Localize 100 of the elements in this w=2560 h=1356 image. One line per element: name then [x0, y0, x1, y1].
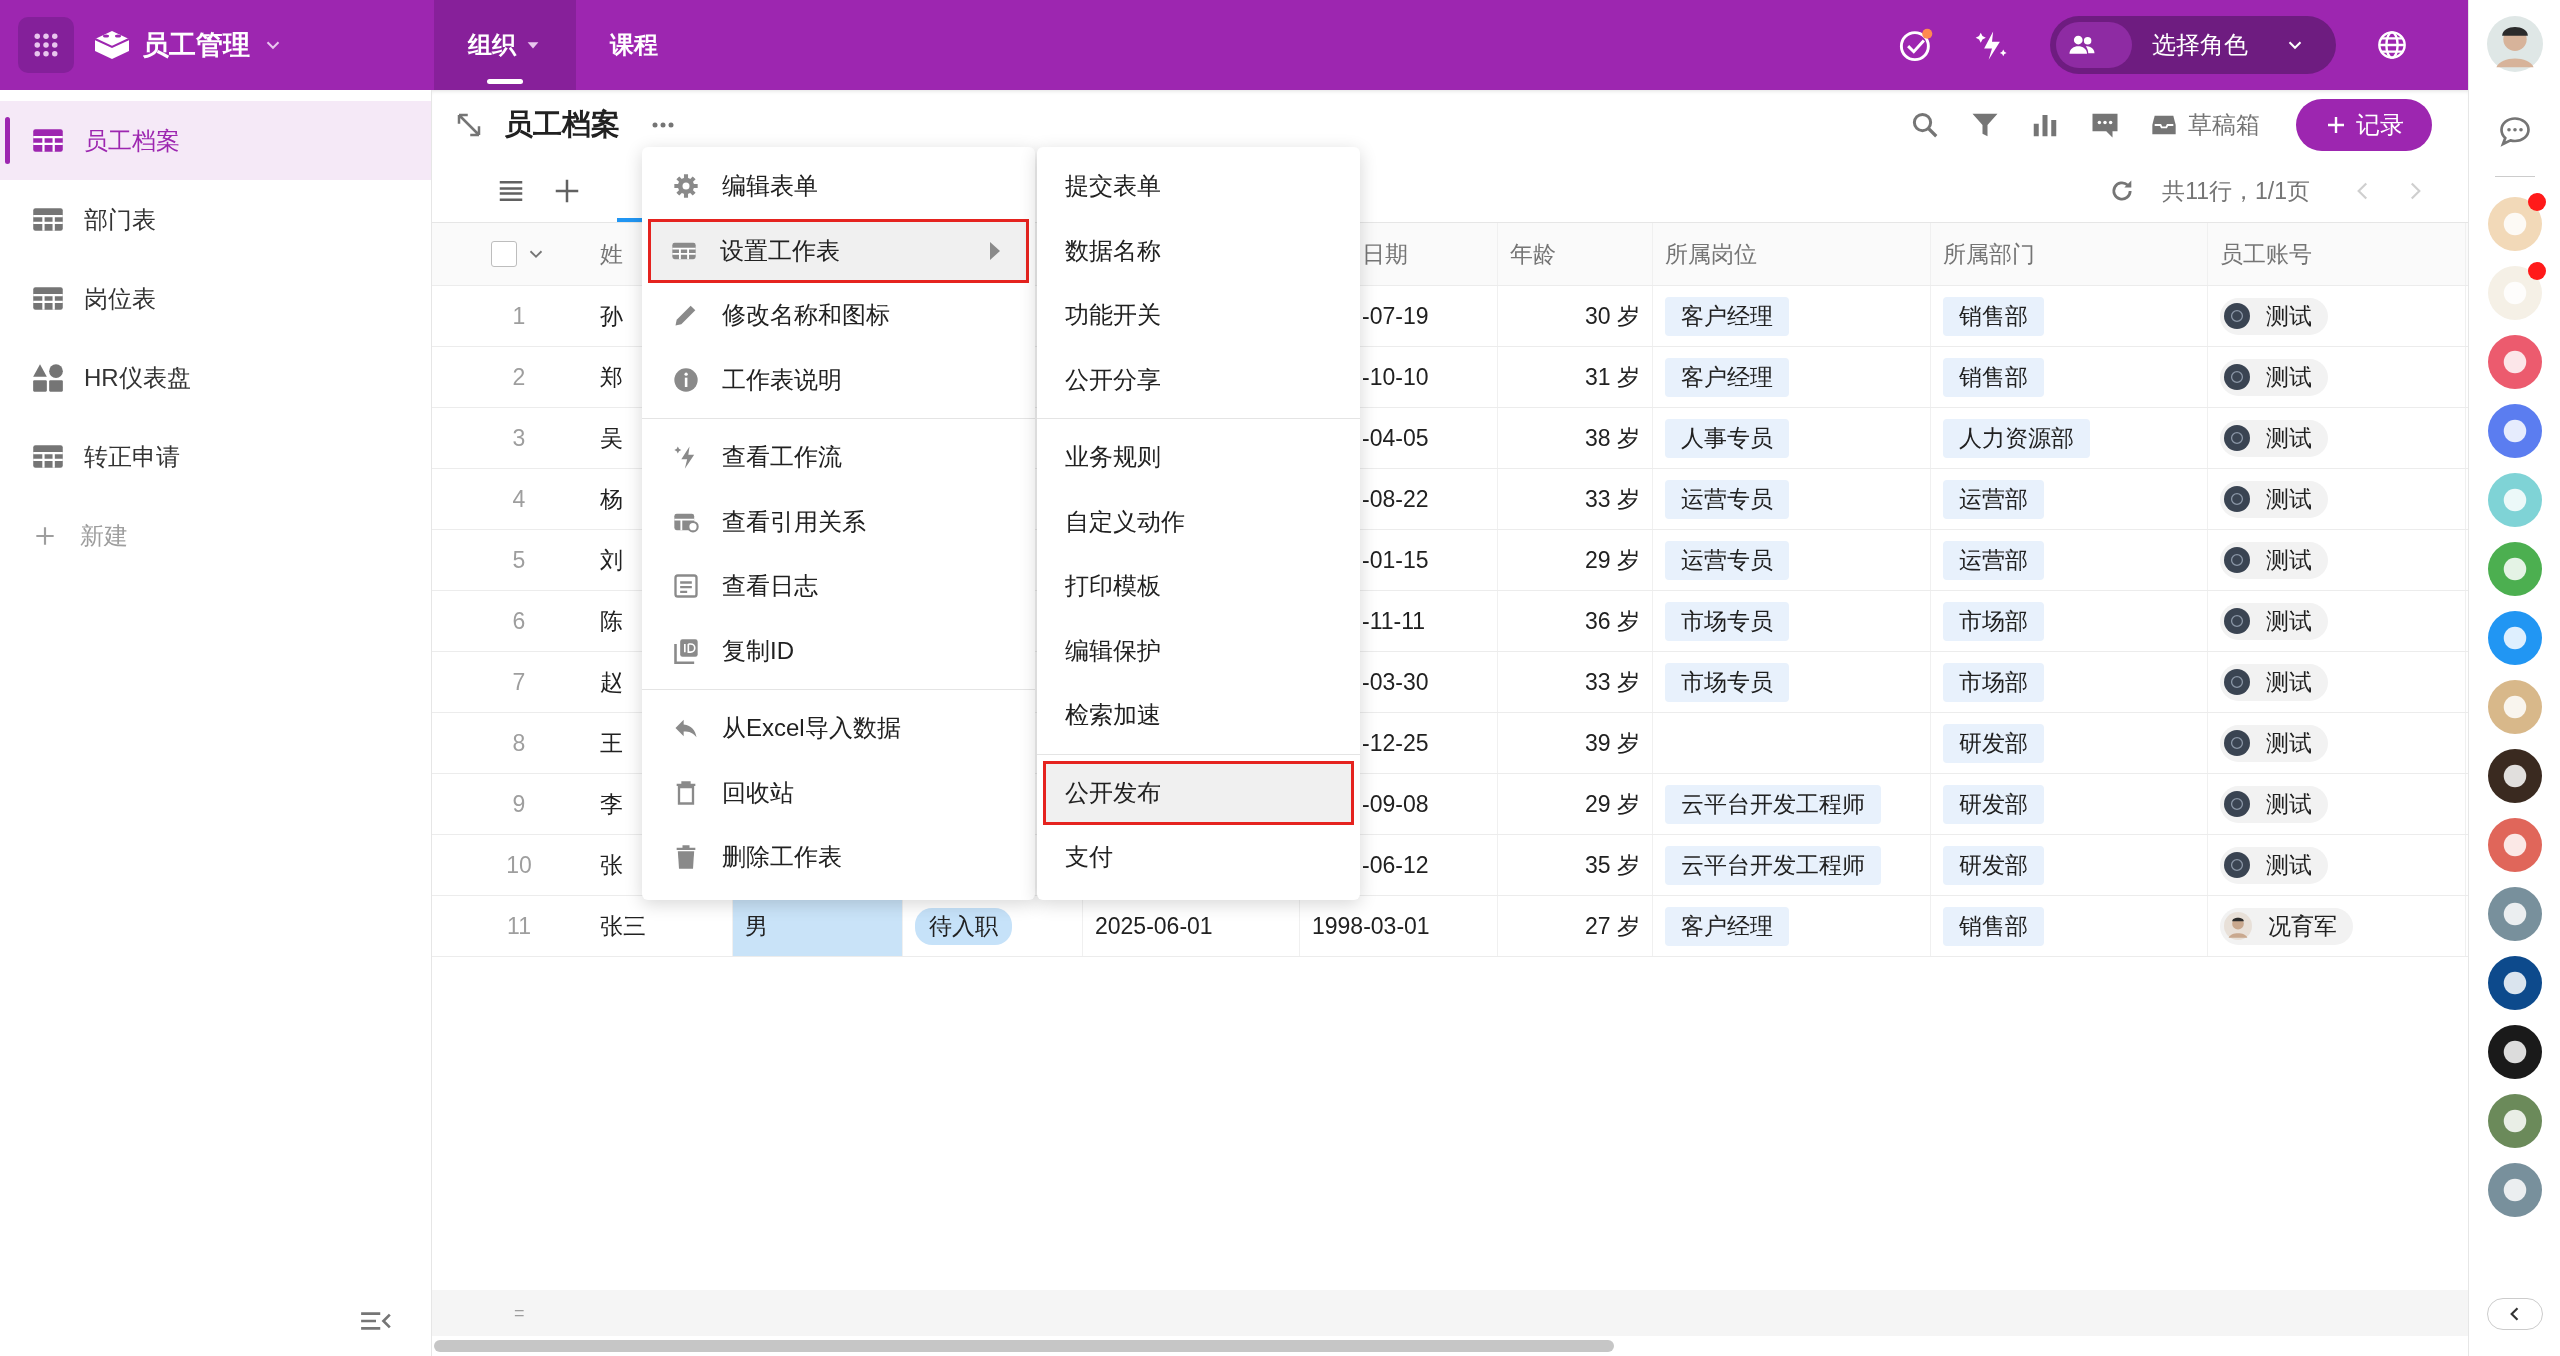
table-cell-text: 张	[600, 850, 623, 880]
row-number: 4	[512, 485, 526, 513]
menu-item[interactable]: 删除工作表	[642, 825, 1035, 890]
app-title[interactable]: 员工管理	[142, 27, 250, 63]
menu-item[interactable]: 编辑表单	[642, 154, 1035, 219]
log-icon	[672, 572, 700, 601]
position-tag: 市场专员	[1665, 662, 1789, 702]
dashboard-icon	[32, 362, 64, 393]
sidebar-item[interactable]: HR仪表盘	[0, 338, 431, 417]
column-header[interactable]: 姓	[600, 238, 623, 270]
menu-item[interactable]: 公开分享	[1037, 347, 1360, 412]
nav-tab[interactable]: 组织	[434, 0, 576, 90]
sidebar-item[interactable]: 员工档案	[0, 101, 431, 180]
account-chip: 测试	[2220, 541, 2328, 579]
department-tag: 人力资源部	[1943, 418, 2090, 458]
menu-item[interactable]: 从Excel导入数据	[642, 696, 1035, 761]
apps-button[interactable]	[18, 17, 74, 73]
menu-item[interactable]: 回收站	[642, 760, 1035, 825]
globe-icon[interactable]	[2376, 29, 2408, 61]
account-chip: 测试	[2220, 846, 2328, 884]
search-icon[interactable]	[1910, 110, 1940, 140]
add-record-button[interactable]: 记录	[2296, 99, 2432, 151]
table-cell-text: 陈	[600, 606, 623, 636]
info-icon	[672, 365, 700, 394]
department-tag: 研发部	[1943, 723, 2044, 763]
table-cell-text: 29 岁	[1585, 789, 1640, 819]
position-tag: 云平台开发工程师	[1665, 784, 1881, 824]
menu-item[interactable]: 检索加速	[1037, 683, 1360, 748]
department-tag: 市场部	[1943, 662, 2044, 702]
account-chip: 测试	[2220, 419, 2328, 457]
menu-item[interactable]: 自定义动作	[1037, 489, 1360, 554]
column-header[interactable]: 所属岗位	[1665, 238, 1757, 270]
id-icon	[672, 636, 700, 665]
avatar-icon[interactable]	[2486, 16, 2543, 72]
account-chip: 测试	[2220, 663, 2328, 701]
menu-item[interactable]: 查看引用关系	[642, 489, 1035, 554]
table-cell-text: 王	[600, 728, 623, 758]
column-header[interactable]: 年龄	[1510, 238, 1556, 270]
account-chip: 测试	[2220, 602, 2328, 640]
table-cell: -06-12	[1362, 851, 1429, 879]
table-cell-text: 31 岁	[1585, 362, 1640, 392]
position-tag: 客户经理	[1665, 296, 1789, 336]
more-icon[interactable]	[650, 120, 676, 130]
position-tag: 客户经理	[1665, 357, 1789, 397]
column-header[interactable]: 日期	[1362, 238, 1408, 270]
table-cell-text: 38 岁	[1585, 423, 1640, 453]
menu-item[interactable]: 打印模板	[1037, 554, 1360, 619]
table-cell: -10-10	[1362, 363, 1429, 391]
menu-item[interactable]: 设置工作表	[648, 218, 1029, 283]
menu-item[interactable]: 公开发布	[1043, 760, 1354, 825]
menu-item[interactable]: 支付	[1037, 825, 1360, 890]
menu-item[interactable]: 工作表说明	[642, 347, 1035, 412]
table-cell: -04-05	[1362, 424, 1429, 452]
table-cell-text: 刘	[600, 545, 623, 575]
nav-tab[interactable]: 课程	[576, 0, 692, 90]
role-selector[interactable]: 选择角色	[2050, 16, 2336, 74]
row-number: 9	[512, 790, 526, 818]
table-cell: -03-30	[1362, 668, 1429, 696]
row-number: 8	[512, 729, 526, 757]
app-icon[interactable]	[2487, 749, 2542, 803]
select-all-checkbox[interactable]	[491, 241, 517, 267]
scrollbar-thumb[interactable]	[434, 1340, 1614, 1352]
menu-item[interactable]: 功能开关	[1037, 283, 1360, 348]
sidebar-item[interactable]: 转正申请	[0, 417, 431, 496]
department-tag: 研发部	[1943, 845, 2044, 885]
menu-item[interactable]: 修改名称和图标	[642, 283, 1035, 348]
task-check-icon[interactable]	[1898, 27, 1934, 63]
table-cell-text: 郑	[600, 362, 623, 392]
submenu-arrow-icon	[989, 240, 1001, 261]
menu-item[interactable]: 编辑保护	[1037, 618, 1360, 683]
summary-symbol: =	[514, 1302, 525, 1324]
account-chip: 况育军	[2220, 907, 2353, 945]
menu-item[interactable]: 复制ID	[642, 618, 1035, 683]
department-tag: 销售部	[1943, 357, 2044, 397]
table-cell: -08-22	[1362, 485, 1429, 513]
menu-item[interactable]: 数据名称	[1037, 218, 1360, 283]
drafts-button[interactable]: 草稿箱	[2150, 109, 2260, 141]
department-tag: 销售部	[1943, 296, 2044, 336]
row-number: 7	[512, 668, 526, 696]
table-cell-text: 36 岁	[1585, 606, 1640, 636]
menu-item[interactable]: 业务规则	[1037, 425, 1360, 490]
column-header[interactable]: 所属部门	[1943, 238, 2035, 270]
department-tag: 运营部	[1943, 540, 2044, 580]
app-icon[interactable]	[2487, 956, 2542, 1010]
row-number: 6	[512, 607, 526, 635]
row-number: 11	[507, 912, 531, 940]
menu-item[interactable]: 查看日志	[642, 554, 1035, 619]
table-cell-text: 赵	[600, 667, 623, 697]
position-tag: 云平台开发工程师	[1665, 845, 1881, 885]
column-header[interactable]: 员工账号	[2220, 238, 2312, 270]
row-number: 3	[512, 424, 526, 452]
row-number: 1	[512, 302, 526, 330]
menu-item[interactable]: 提交表单	[1037, 154, 1360, 219]
menu-item[interactable]: 查看工作流	[642, 425, 1035, 490]
gear-icon	[672, 172, 700, 201]
row-number: 2	[512, 363, 526, 391]
sidebar-item[interactable]: 岗位表	[0, 259, 431, 338]
department-tag: 销售部	[1943, 906, 2044, 946]
sidebar-item[interactable]: 部门表	[0, 180, 431, 259]
app-icon[interactable]	[2487, 1025, 2542, 1079]
